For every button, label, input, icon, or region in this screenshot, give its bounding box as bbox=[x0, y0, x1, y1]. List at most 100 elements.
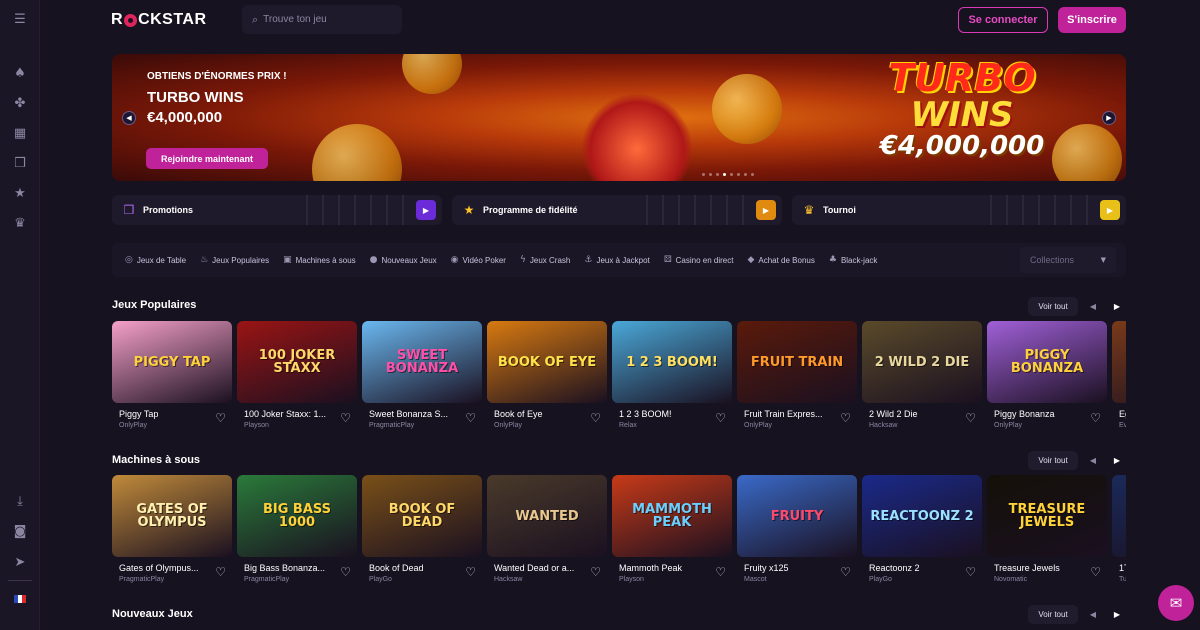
category-video-poker[interactable]: ◉ Vidéo Poker bbox=[451, 255, 506, 265]
category-crash[interactable]: ϟ Jeux Crash bbox=[520, 255, 570, 265]
carousel-dot[interactable] bbox=[744, 173, 747, 176]
category-bonus-buy[interactable]: ◆ Achat de Bonus bbox=[747, 255, 814, 265]
star-icon[interactable]: ★ bbox=[12, 186, 28, 202]
category-blackjack[interactable]: ♣ Black-jack bbox=[829, 255, 878, 265]
game-thumbnail[interactable]: TREASURE JEWELS bbox=[987, 475, 1107, 557]
spade-icon[interactable]: ♠ bbox=[12, 66, 28, 82]
game-card[interactable]: SWEET BONANZA Sweet Bonanza S... Pragmatic… bbox=[362, 321, 482, 435]
game-thumbnail[interactable]: PIGGY TAP bbox=[112, 321, 232, 403]
game-name[interactable]: Sweet Bonanza S... bbox=[369, 409, 457, 419]
flag-fr-icon[interactable] bbox=[14, 595, 26, 603]
game-card[interactable]: 1T...Tu...♡ bbox=[1112, 475, 1126, 589]
game-name[interactable]: Gates of Olympus... bbox=[119, 563, 207, 573]
game-thumbnail[interactable]: MAMMOTH PEAK bbox=[612, 475, 732, 557]
favorite-heart-icon[interactable]: ♡ bbox=[965, 565, 976, 579]
favorite-heart-icon[interactable]: ♡ bbox=[840, 565, 851, 579]
favorite-heart-icon[interactable]: ♡ bbox=[590, 565, 601, 579]
favorite-heart-icon[interactable]: ♡ bbox=[340, 411, 351, 425]
game-thumbnail[interactable]: BOOK OF DEAD bbox=[362, 475, 482, 557]
chat-support-button[interactable]: ✉ bbox=[1158, 585, 1194, 621]
game-thumbnail[interactable]: FRUIT TRAIN bbox=[737, 321, 857, 403]
game-card[interactable]: TREASURE JEWELS Treasure Jewels Novomatic ♡ bbox=[987, 475, 1107, 589]
signup-button[interactable]: S'inscrire bbox=[1058, 7, 1126, 33]
game-name[interactable]: Fruity x125 bbox=[744, 563, 832, 573]
game-thumbnail[interactable]: WANTED bbox=[487, 475, 607, 557]
trophy-icon[interactable]: ♛ bbox=[12, 216, 28, 232]
favorite-heart-icon[interactable]: ♡ bbox=[840, 411, 851, 425]
grid-icon[interactable]: ▦ bbox=[12, 126, 28, 142]
game-thumbnail[interactable]: GATES OF OLYMPUS bbox=[112, 475, 232, 557]
game-name[interactable]: 100 Joker Staxx: 1... bbox=[244, 409, 332, 419]
see-all-new-button[interactable]: Voir tout bbox=[1028, 605, 1078, 624]
game-card[interactable]: GATES OF OLYMPUS Gates of Olympus... Pragm… bbox=[112, 475, 232, 589]
game-thumbnail[interactable]: 2 WILD 2 DIE bbox=[862, 321, 982, 403]
favorite-heart-icon[interactable]: ♡ bbox=[590, 411, 601, 425]
game-card[interactable]: 100 JOKER STAXX 100 Joker Staxx: 1... Play… bbox=[237, 321, 357, 435]
game-thumbnail[interactable]: REACTOONZ 2 bbox=[862, 475, 982, 557]
category-table-games[interactable]: ◎ Jeux de Table bbox=[125, 255, 186, 265]
favorite-heart-icon[interactable]: ♡ bbox=[215, 565, 226, 579]
carousel-dot[interactable] bbox=[751, 173, 754, 176]
favorite-heart-icon[interactable]: ♡ bbox=[340, 565, 351, 579]
game-name[interactable]: 1 2 3 BOOM! bbox=[619, 409, 707, 419]
favorite-heart-icon[interactable]: ♡ bbox=[1090, 565, 1101, 579]
favorite-heart-icon[interactable]: ♡ bbox=[215, 411, 226, 425]
see-all-popular-button[interactable]: Voir tout bbox=[1028, 297, 1078, 316]
favorite-heart-icon[interactable]: ♡ bbox=[715, 565, 726, 579]
game-name[interactable]: Book of Eye bbox=[494, 409, 582, 419]
game-card[interactable]: MAMMOTH PEAK Mammoth Peak Playson ♡ bbox=[612, 475, 732, 589]
hero-next-arrow-icon[interactable]: ▶ bbox=[1102, 111, 1116, 125]
category-slots[interactable]: ▣ Machines à sous bbox=[283, 255, 356, 265]
promo-arrow-icon[interactable]: ▶ bbox=[416, 200, 436, 220]
game-name[interactable]: Mammoth Peak bbox=[619, 563, 707, 573]
see-all-slots-button[interactable]: Voir tout bbox=[1028, 451, 1078, 470]
game-card[interactable]: FRUIT TRAIN Fruit Train Expres... OnlyPlay… bbox=[737, 321, 857, 435]
game-card[interactable]: PIGGY TAP Piggy Tap OnlyPlay ♡ bbox=[112, 321, 232, 435]
carousel-dot[interactable] bbox=[709, 173, 712, 176]
collections-select[interactable]: Collections ▼ bbox=[1020, 247, 1116, 273]
favorite-heart-icon[interactable]: ♡ bbox=[465, 411, 476, 425]
next-arrow-icon[interactable]: ▶ bbox=[1110, 299, 1124, 313]
game-name[interactable]: Eg... bbox=[1119, 409, 1126, 419]
telegram-icon[interactable]: ➤ bbox=[12, 555, 28, 571]
carousel-dot-active[interactable] bbox=[723, 173, 726, 176]
instagram-icon[interactable]: ◙ bbox=[12, 524, 28, 540]
prev-arrow-icon[interactable]: ◀ bbox=[1086, 299, 1100, 313]
category-live-casino[interactable]: ⚄ Casino en direct bbox=[664, 255, 734, 265]
promo-promotions[interactable]: ❒ Promotions ▶ bbox=[112, 195, 442, 225]
favorite-heart-icon[interactable]: ♡ bbox=[965, 411, 976, 425]
game-name[interactable]: 2 Wild 2 Die bbox=[869, 409, 957, 419]
game-thumbnail[interactable]: FRUITY bbox=[737, 475, 857, 557]
category-new[interactable]: ● Nouveaux Jeux bbox=[370, 255, 437, 265]
game-thumbnail[interactable]: SWEET BONANZA bbox=[362, 321, 482, 403]
promo-arrow-icon[interactable]: ▶ bbox=[756, 200, 776, 220]
hero-join-button[interactable]: Rejoindre maintenant bbox=[146, 148, 268, 169]
game-name[interactable]: Book of Dead bbox=[369, 563, 457, 573]
next-arrow-icon[interactable]: ▶ bbox=[1110, 453, 1124, 467]
game-card[interactable]: PIGGY BONANZA Piggy Bonanza OnlyPlay ♡ bbox=[987, 321, 1107, 435]
game-card[interactable]: WANTED Wanted Dead or a... Hacksaw ♡ bbox=[487, 475, 607, 589]
category-popular[interactable]: ♨ Jeux Populaires bbox=[200, 255, 269, 265]
game-name[interactable]: Big Bass Bonanza... bbox=[244, 563, 332, 573]
carousel-dot[interactable] bbox=[702, 173, 705, 176]
carousel-dot[interactable] bbox=[716, 173, 719, 176]
favorite-heart-icon[interactable]: ♡ bbox=[1090, 411, 1101, 425]
carousel-dot[interactable] bbox=[737, 173, 740, 176]
game-name[interactable]: 1T... bbox=[1119, 563, 1126, 573]
game-thumbnail[interactable]: 1 2 3 BOOM! bbox=[612, 321, 732, 403]
promo-arrow-icon[interactable]: ▶ bbox=[1100, 200, 1120, 220]
game-name[interactable]: Piggy Bonanza bbox=[994, 409, 1082, 419]
promo-loyalty[interactable]: ★ Programme de fidélité ▶ bbox=[452, 195, 782, 225]
game-thumbnail[interactable]: BIG BASS 1000 bbox=[237, 475, 357, 557]
favorite-heart-icon[interactable]: ♡ bbox=[715, 411, 726, 425]
game-thumbnail[interactable]: 100 JOKER STAXX bbox=[237, 321, 357, 403]
game-card[interactable]: 2 WILD 2 DIE 2 Wild 2 Die Hacksaw ♡ bbox=[862, 321, 982, 435]
site-logo[interactable]: R CKSTAR bbox=[111, 11, 207, 29]
menu-toggle-icon[interactable]: ☰ bbox=[12, 12, 28, 28]
gift-icon[interactable]: ❒ bbox=[12, 156, 28, 172]
favorite-heart-icon[interactable]: ♡ bbox=[465, 565, 476, 579]
prev-arrow-icon[interactable]: ◀ bbox=[1086, 453, 1100, 467]
game-card[interactable]: REACTOONZ 2 Reactoonz 2 PlayGo ♡ bbox=[862, 475, 982, 589]
game-thumbnail[interactable]: BOOK OF EYE bbox=[487, 321, 607, 403]
game-name[interactable]: Fruit Train Expres... bbox=[744, 409, 832, 419]
